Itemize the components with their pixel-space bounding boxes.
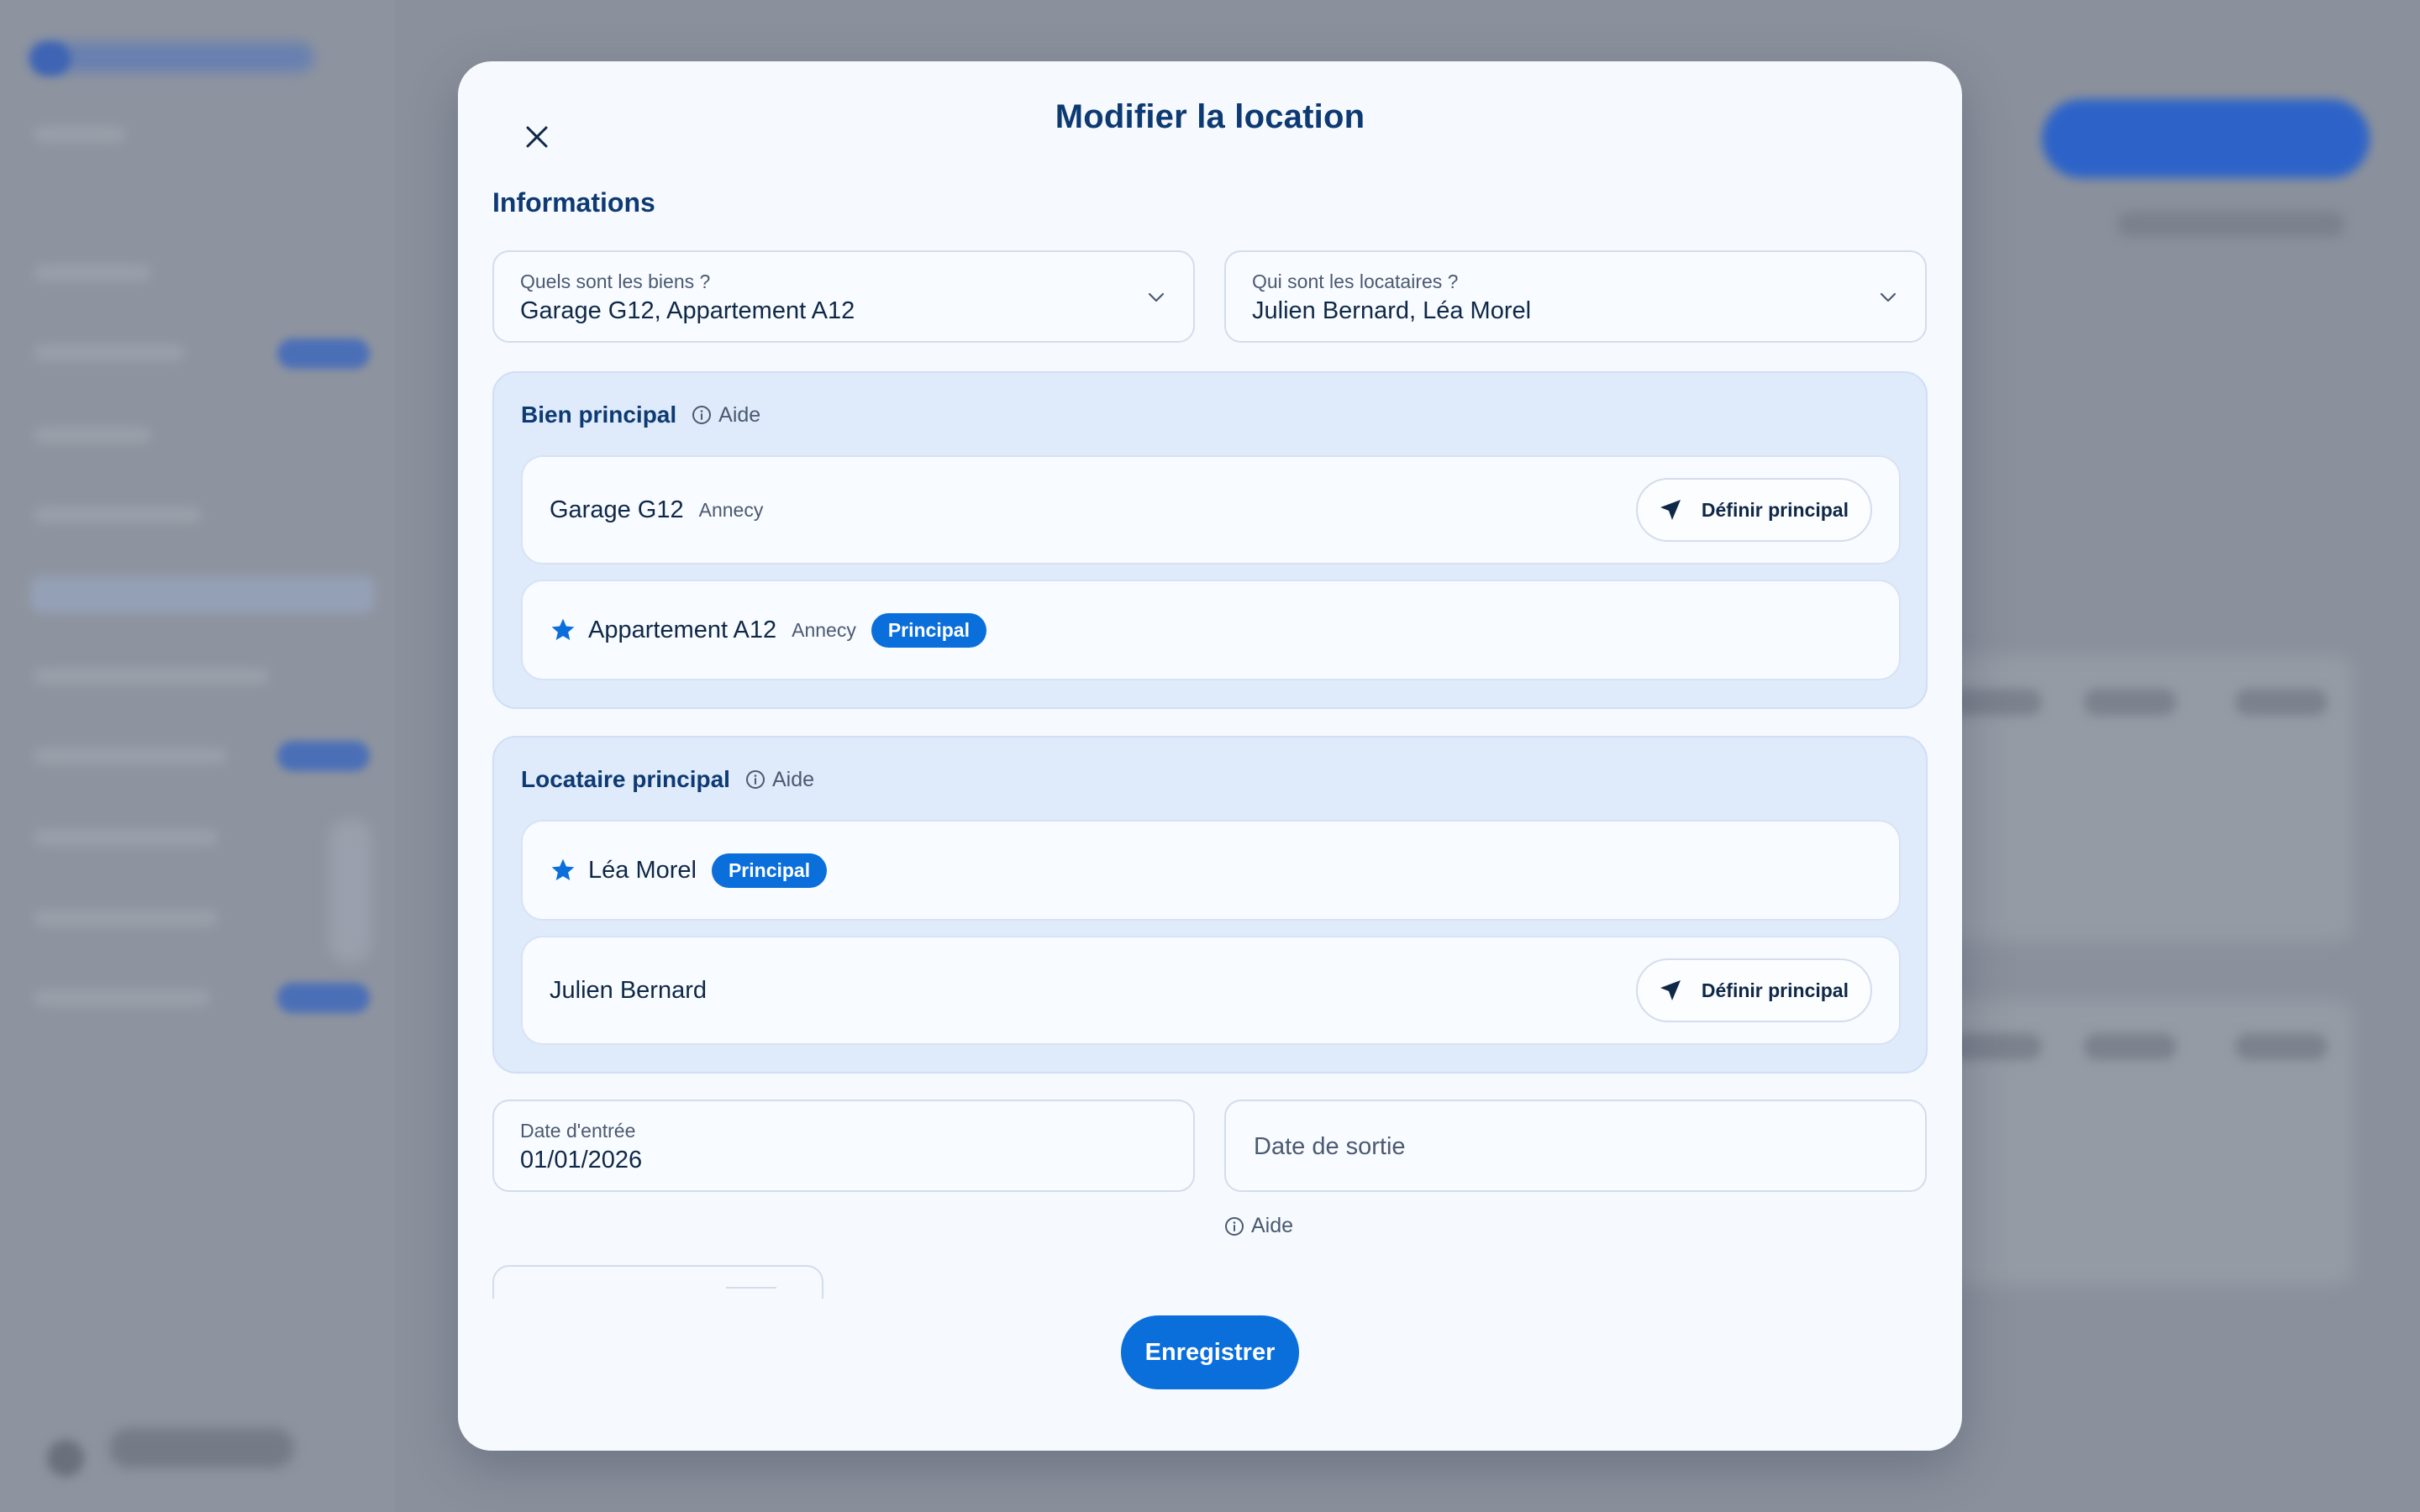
help-label: Aide bbox=[771, 767, 815, 791]
background-nav-row bbox=[34, 668, 269, 685]
navigation-arrow-icon bbox=[1660, 980, 1681, 1000]
tenants-select-label: Qui sont les locataires ? bbox=[1252, 270, 1459, 292]
background-chip bbox=[1949, 689, 2042, 716]
background-nav-row bbox=[34, 126, 126, 143]
property-item-garage: Garage G12 Annecy Définir principal bbox=[521, 455, 1901, 564]
background-nav-row bbox=[34, 829, 218, 846]
background-avatar bbox=[47, 1440, 84, 1477]
info-icon bbox=[1225, 1216, 1244, 1236]
background-logo bbox=[29, 42, 314, 72]
main-tenant-help[interactable]: Aide bbox=[745, 768, 814, 792]
background-nav-row bbox=[34, 990, 210, 1006]
property-city: Annecy bbox=[698, 498, 764, 521]
main-tenant-title: Locataire principal bbox=[521, 766, 730, 792]
background-nav-badge bbox=[277, 339, 370, 369]
background-nav-row bbox=[34, 265, 151, 281]
tenant-item-julien-bernard: Julien Bernard Définir principal bbox=[521, 936, 1901, 1045]
background-logo-mark bbox=[30, 42, 71, 76]
set-main-tenant-button[interactable]: Définir principal bbox=[1635, 958, 1872, 1022]
properties-select-value: Garage G12, Appartement A12 bbox=[520, 297, 855, 324]
background-user bbox=[109, 1428, 294, 1468]
background-nav-row bbox=[34, 748, 227, 764]
info-icon bbox=[692, 406, 712, 424]
partially-visible-field bbox=[492, 1265, 823, 1299]
property-item-apartment: Appartement A12 Annecy Principal bbox=[521, 580, 1901, 680]
tenants-select-value: Julien Bernard, Léa Morel bbox=[1252, 297, 1532, 324]
main-tenant-header: Locataire principal Aide bbox=[521, 766, 814, 793]
set-main-label: Définir principal bbox=[1701, 498, 1849, 521]
background-nav-active bbox=[30, 576, 375, 613]
tenant-name: Léa Morel bbox=[588, 856, 697, 884]
property-city: Annecy bbox=[792, 618, 856, 641]
chevron-down-icon bbox=[1148, 292, 1165, 302]
chevron-down-icon bbox=[1880, 292, 1897, 302]
exit-date-field[interactable]: Date de sortie bbox=[1224, 1100, 1927, 1192]
background-nav-badge bbox=[277, 983, 370, 1013]
background-chip bbox=[2084, 1033, 2176, 1060]
main-badge: Principal bbox=[711, 853, 828, 888]
background-decoration bbox=[329, 820, 371, 963]
modal-title: Modifier la location bbox=[1055, 98, 1365, 135]
entry-date-label: Date d'entrée bbox=[520, 1120, 636, 1142]
tenants-select[interactable]: Qui sont les locataires ? Julien Bernard… bbox=[1224, 250, 1927, 343]
property-name: Appartement A12 bbox=[588, 616, 777, 643]
entry-date-field[interactable]: Date d'entrée 01/01/2026 bbox=[492, 1100, 1195, 1192]
tenant-name: Julien Bernard bbox=[550, 976, 707, 1004]
background-chip bbox=[2235, 1033, 2328, 1060]
background-nav-row bbox=[34, 910, 218, 927]
date-help[interactable]: Aide bbox=[1224, 1214, 1293, 1238]
navigation-arrow-icon bbox=[1660, 500, 1681, 520]
properties-select-label: Quels sont les biens ? bbox=[520, 270, 711, 292]
background-nav-row bbox=[34, 427, 151, 444]
tenant-item-lea-morel: Léa Morel Principal bbox=[521, 820, 1901, 921]
background-nav-badge bbox=[277, 741, 370, 771]
info-icon bbox=[745, 770, 765, 789]
edit-rental-modal: Modifier la location Informations Quels … bbox=[458, 61, 1962, 1451]
main-tenant-group: Locataire principal Aide Léa Morel Princ… bbox=[492, 736, 1928, 1074]
help-label: Aide bbox=[718, 402, 761, 427]
background-chip bbox=[2084, 689, 2176, 716]
set-main-label: Définir principal bbox=[1701, 979, 1849, 1001]
exit-date-placeholder: Date de sortie bbox=[1254, 1133, 1406, 1160]
main-property-title: Bien principal bbox=[521, 402, 677, 428]
background-chip bbox=[2235, 689, 2328, 716]
set-main-property-button[interactable]: Définir principal bbox=[1635, 478, 1872, 542]
main-badge: Principal bbox=[871, 612, 986, 648]
section-title: Informations bbox=[492, 187, 655, 218]
save-button[interactable]: Enregistrer bbox=[1121, 1315, 1299, 1389]
properties-select[interactable]: Quels sont les biens ? Garage G12, Appar… bbox=[492, 250, 1195, 343]
help-label: Aide bbox=[1251, 1214, 1294, 1237]
main-property-header: Bien principal Aide bbox=[521, 402, 760, 428]
property-name: Garage G12 bbox=[550, 496, 684, 523]
background-nav-row bbox=[34, 507, 202, 523]
background-nav-row bbox=[34, 344, 185, 361]
main-property-help[interactable]: Aide bbox=[692, 403, 760, 428]
entry-date-value: 01/01/2026 bbox=[520, 1147, 643, 1173]
background-chip bbox=[1949, 1033, 2042, 1060]
background-primary-button bbox=[2042, 99, 2370, 178]
background-link bbox=[2118, 212, 2344, 237]
star-icon bbox=[550, 617, 576, 643]
main-property-group: Bien principal Aide Garage G12 Annecy Dé… bbox=[492, 371, 1928, 709]
star-icon bbox=[550, 857, 576, 884]
